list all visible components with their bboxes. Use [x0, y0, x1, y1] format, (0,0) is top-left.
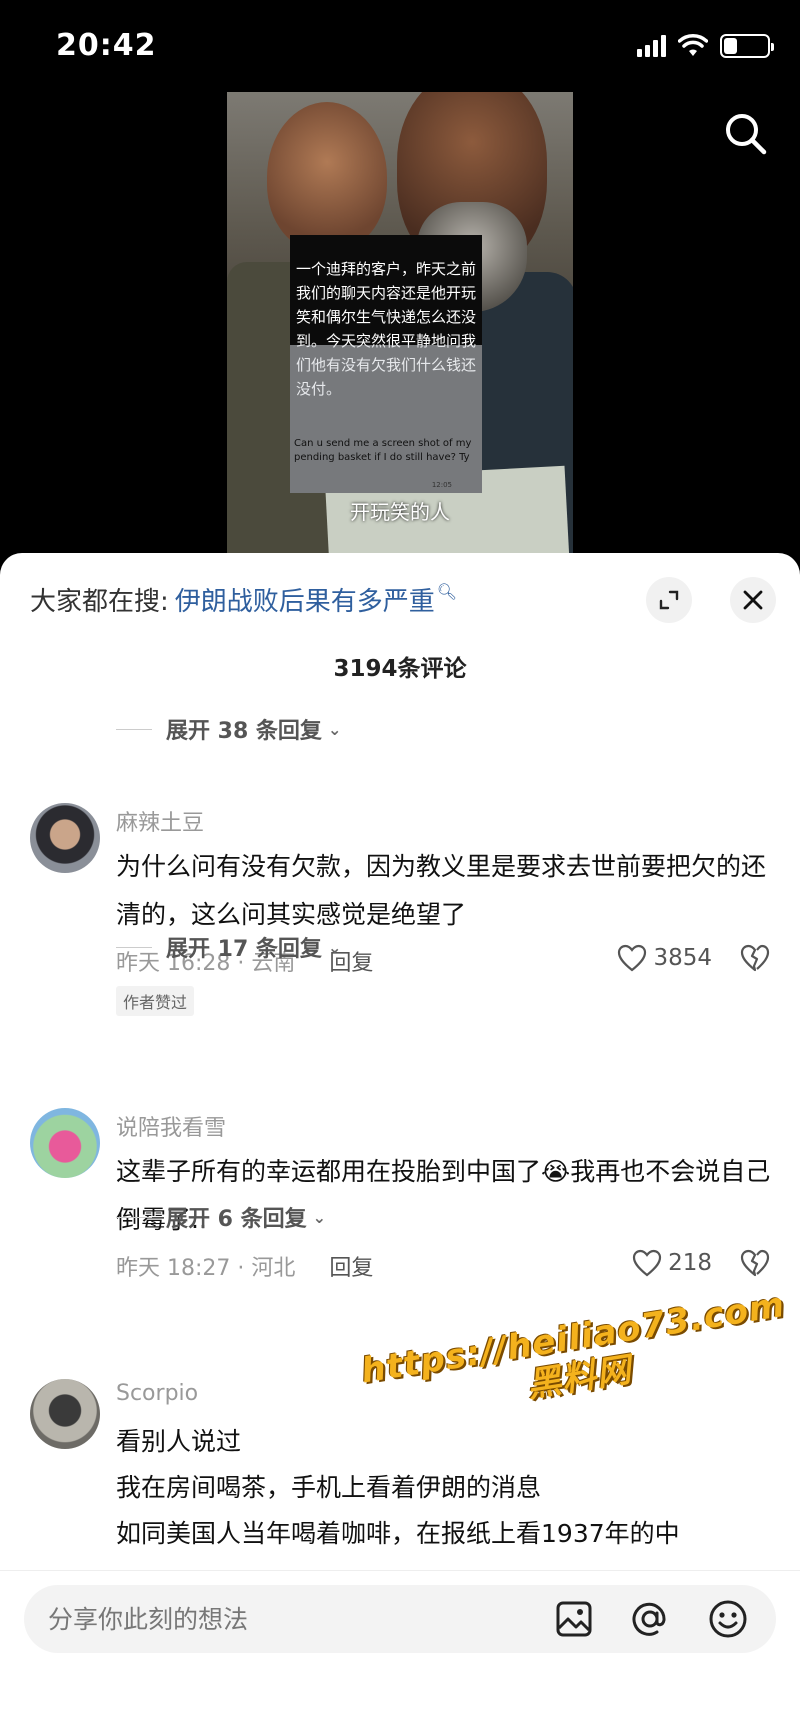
comment-line: 如同美国人当年喝着咖啡，在报纸上看1937年的中 [116, 1519, 680, 1548]
comment-item: 麻辣土豆 为什么问有没有欠款，因为教义里是要求去世前要把欠的还清的，这么问其实感… [0, 803, 800, 1043]
expand-button[interactable] [646, 577, 692, 623]
hot-search[interactable]: 大家都在搜: 伊朗战败后果有多严重 🔍︎ [30, 581, 457, 618]
expand-replies-button[interactable]: 展开 6 条回复 ⌄ [116, 1201, 326, 1233]
divider [116, 1216, 152, 1218]
like-button[interactable]: 218 [632, 1249, 712, 1277]
wifi-icon [678, 34, 708, 56]
like-count: 218 [668, 1250, 712, 1276]
crying-emoji-icon: 😭 [541, 1157, 571, 1186]
expand-replies-label: 展开 38 条回复 [166, 719, 322, 744]
comment-time-location: 昨天 18:27 · 河北 [116, 1256, 296, 1281]
expand-replies-label: 展开 17 条回复 [166, 937, 322, 962]
like-button[interactable]: 3854 [617, 944, 712, 972]
chevron-down-icon: ⌄ [327, 937, 342, 957]
comment-username[interactable]: Scorpio [116, 1381, 198, 1406]
comment-count: 3194条评论 [333, 656, 467, 682]
emoji-button[interactable] [708, 1599, 748, 1639]
mention-button[interactable] [630, 1599, 670, 1639]
heart-icon [632, 1249, 662, 1277]
status-icons [637, 34, 774, 58]
chevron-down-icon: ⌄ [327, 719, 342, 739]
comment-text: 为什么问有没有欠款，因为教义里是要求去世前要把欠的还清的，这么问其实感觉是绝望了 [116, 852, 767, 929]
image-icon [556, 1601, 592, 1637]
dislike-button[interactable] [740, 1249, 770, 1281]
divider [116, 946, 152, 948]
overlay-time: 12:05 [431, 481, 452, 489]
avatar[interactable] [30, 803, 100, 873]
comment-username[interactable]: 麻辣土豆 [116, 805, 204, 837]
dislike-button[interactable] [740, 944, 770, 976]
search-icon [726, 114, 767, 155]
close-button[interactable] [730, 577, 776, 623]
video-area[interactable]: 20:42 一个迪拜的客户，昨天之前我们的聊天内容还是他开玩笑和偶尔生气快递怎么… [0, 0, 800, 560]
search-small-icon: 🔍︎ [436, 582, 458, 601]
cellular-signal-icon [637, 35, 666, 57]
image-button[interactable] [554, 1599, 594, 1639]
comment-input[interactable] [48, 1585, 528, 1653]
reply-button[interactable]: 回复 [329, 1250, 373, 1282]
overlay-text-en: Can u send me a screen shot of my pendin… [294, 438, 472, 463]
expand-replies-button[interactable]: 展开 17 条回复 ⌄ [116, 931, 341, 963]
comment-text: 看别人说过 我在房间喝茶，手机上看着伊朗的消息 如同美国人当年喝着咖啡，在报纸上… [116, 1419, 776, 1557]
search-button[interactable] [722, 110, 770, 158]
expand-replies-label: 展开 6 条回复 [166, 1207, 307, 1232]
comment-sheet: 大家都在搜: 伊朗战败后果有多严重 🔍︎ 3194条评论 展开 38 条回复 ⌄… [0, 553, 800, 1731]
comment-input-container[interactable] [24, 1585, 776, 1653]
video-subtitle: 开玩笑的人 [350, 500, 450, 524]
like-count: 3854 [653, 945, 712, 971]
heart-icon [618, 944, 647, 972]
comment-input-bar [0, 1570, 800, 1731]
comment-meta: 昨天 18:27 · 河北 回复 [116, 1250, 373, 1282]
broken-heart-icon [740, 944, 770, 972]
at-icon [632, 1602, 666, 1636]
expand-replies-button[interactable]: 展开 38 条回复 ⌄ [116, 713, 341, 745]
video-frame[interactable]: 一个迪拜的客户，昨天之前我们的聊天内容还是他开玩笑和偶尔生气快递怎么还没到。今天… [227, 92, 573, 560]
comment-line: 看别人说过 [116, 1427, 242, 1456]
avatar[interactable] [30, 1108, 100, 1178]
comment-text-part: 这辈子所有的幸运都用在投胎到中国了 [116, 1157, 542, 1186]
broken-heart-icon [740, 1249, 770, 1277]
hot-search-query[interactable]: 伊朗战败后果有多严重 [175, 581, 435, 618]
author-liked-badge: 作者赞过 [116, 986, 195, 1016]
chevron-down-icon: ⌄ [312, 1207, 327, 1227]
comment-line: 我在房间喝茶，手机上看着伊朗的消息 [116, 1473, 542, 1502]
chat-screenshot-overlay: 一个迪拜的客户，昨天之前我们的聊天内容还是他开玩笑和偶尔生气快递怎么还没到。今天… [290, 235, 482, 493]
close-icon [743, 590, 763, 610]
comment-username[interactable]: 说陪我看雪 [116, 1110, 226, 1142]
expand-icon [659, 590, 679, 610]
avatar[interactable] [30, 1379, 100, 1449]
smiley-icon [709, 1600, 747, 1638]
status-time: 20:42 [56, 28, 157, 63]
hot-search-label: 大家都在搜: [30, 587, 169, 617]
divider [116, 728, 152, 730]
battery-icon [720, 34, 774, 58]
